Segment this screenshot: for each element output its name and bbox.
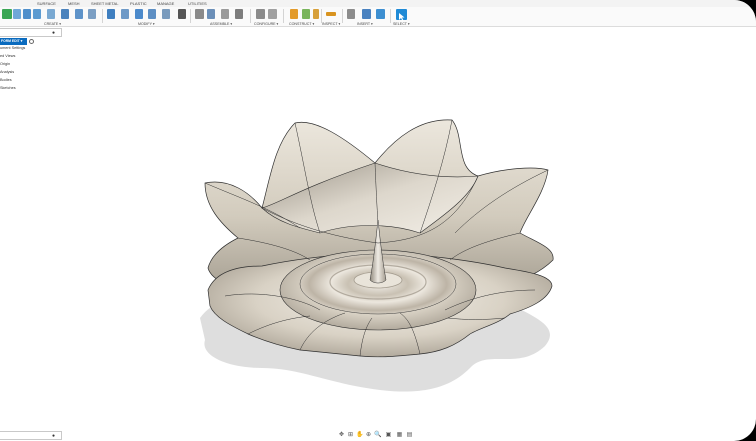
separator (190, 9, 191, 23)
tab-surface[interactable]: SURFACE (37, 0, 56, 7)
subdivide-icon[interactable] (135, 9, 143, 19)
browser-panel-header[interactable]: ● (0, 28, 62, 37)
tree-item-sketches[interactable]: Sketches (0, 85, 16, 91)
canvas-viewport[interactable] (0, 28, 756, 433)
viewports-icon[interactable]: ▤ (406, 432, 413, 439)
tree-item-analysis[interactable]: Analysis (0, 69, 14, 75)
edit-form-icon[interactable] (107, 9, 115, 19)
toolbar: CREATE ▾ MODIFY ▾ ASSEMBLE ▾ CONFIGURE ▾… (0, 7, 756, 27)
plane-icon[interactable] (23, 9, 31, 19)
configure-table-icon[interactable] (256, 9, 265, 19)
tab-sheet-metal[interactable]: SHEET METAL (91, 0, 118, 7)
tree-item-document-settings[interactable]: ument Settings (0, 45, 25, 51)
insert-mesh-icon[interactable] (362, 9, 371, 19)
joint-origin-icon[interactable] (235, 9, 243, 19)
axis-icon[interactable] (302, 9, 310, 19)
look-at-icon[interactable]: ⊞ (347, 432, 354, 439)
browser-document-label[interactable]: FORM EDIT ▾ (0, 38, 27, 45)
separator (342, 9, 343, 23)
move-icon[interactable] (178, 9, 186, 19)
quadball-icon[interactable] (75, 9, 83, 19)
tree-item-bodies[interactable]: Bodies (0, 77, 12, 83)
pan-icon[interactable]: ✋ (356, 432, 363, 439)
comments-dropdown-icon[interactable]: ● (52, 433, 55, 439)
orbit-icon[interactable]: ✥ (338, 432, 345, 439)
cylinder-icon[interactable] (33, 9, 41, 19)
group-label-assemble[interactable]: ASSEMBLE ▾ (210, 22, 232, 26)
browser-dropdown-icon[interactable]: ● (52, 30, 55, 36)
pin-icon[interactable] (29, 39, 34, 44)
create-form-icon[interactable] (2, 9, 12, 19)
tab-manage[interactable]: MANAGE (157, 0, 174, 7)
insert-derive-icon[interactable] (347, 9, 355, 19)
separator (390, 9, 391, 23)
pipe-icon[interactable] (88, 9, 96, 19)
separator (102, 9, 103, 23)
group-label-insert[interactable]: INSERT ▾ (357, 22, 373, 26)
canvas-icon[interactable] (376, 9, 385, 19)
tree-item-origin[interactable]: Origin (0, 61, 10, 67)
zoom-window-icon[interactable]: 🔍 (374, 432, 381, 439)
new-component-icon[interactable] (195, 9, 204, 19)
display-settings-icon[interactable]: ▣ (385, 432, 392, 439)
ribbon-tabs: SURFACE MESH SHEET METAL PLASTIC MANAGE … (0, 0, 756, 7)
app-window: SURFACE MESH SHEET METAL PLASTIC MANAGE … (0, 0, 756, 441)
measure-icon[interactable] (326, 12, 336, 16)
select-cursor-icon[interactable] (396, 9, 407, 21)
group-label-construct[interactable]: CONSTRUCT ▾ (289, 22, 314, 26)
group-label-select[interactable]: SELECT ▾ (393, 22, 410, 26)
tree-item-named-views[interactable]: ed Views (0, 53, 15, 59)
group-label-create[interactable]: CREATE ▾ (44, 22, 61, 26)
comments-panel[interactable]: ● (0, 431, 62, 440)
separator (250, 9, 251, 23)
joint-icon[interactable] (207, 9, 215, 19)
separator (283, 9, 284, 23)
group-label-inspect[interactable]: INSPECT ▾ (322, 22, 340, 26)
tab-plastic[interactable]: PLASTIC (130, 0, 147, 7)
group-label-configure[interactable]: CONFIGURE ▾ (254, 22, 278, 26)
as-built-joint-icon[interactable] (221, 9, 229, 19)
box-icon[interactable] (13, 9, 21, 19)
configure-rows-icon[interactable] (268, 9, 277, 19)
form-model[interactable] (0, 28, 756, 433)
torus-icon[interactable] (61, 9, 69, 19)
sphere-icon[interactable] (47, 9, 55, 19)
group-label-modify[interactable]: MODIFY ▾ (138, 22, 155, 26)
separator (321, 9, 322, 23)
merge-edge-icon[interactable] (162, 9, 170, 19)
tab-mesh[interactable]: MESH (68, 0, 80, 7)
insert-edge-icon[interactable] (121, 9, 129, 19)
zoom-icon[interactable]: ⊕ (365, 432, 372, 439)
point-icon[interactable] (313, 9, 319, 19)
insert-point-icon[interactable] (148, 9, 156, 19)
tab-utilities[interactable]: UTILITIES (188, 0, 207, 7)
offset-plane-icon[interactable] (290, 9, 298, 19)
grid-settings-icon[interactable]: ▦ (396, 432, 403, 439)
